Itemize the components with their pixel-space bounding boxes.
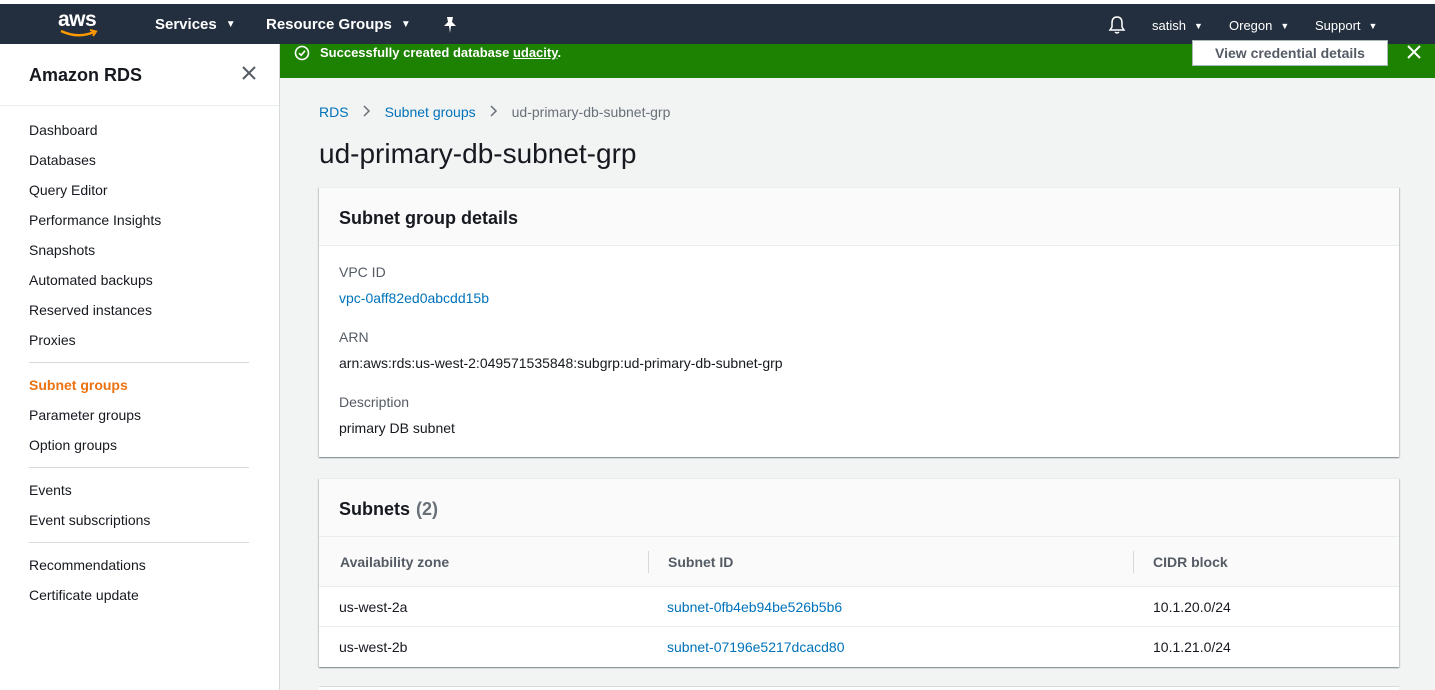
page-title: ud-primary-db-subnet-grp [319, 138, 637, 169]
aws-logo-text: aws [58, 8, 97, 31]
panel-header: Subnets (2) [319, 479, 1399, 537]
sidebar-divider [29, 467, 249, 468]
services-menu[interactable]: Services ▼ [155, 16, 236, 33]
subnets-count: (2) [416, 499, 439, 519]
breadcrumb: RDS Subnet groups ud-primary-db-subnet-g… [319, 104, 670, 120]
user-menu[interactable]: satish ▼ [1152, 18, 1203, 33]
sidebar-item-reserved-instances[interactable]: Reserved instances [29, 302, 152, 318]
chevron-right-icon [490, 104, 498, 120]
cell-subnet-id-link[interactable]: subnet-0fb4eb94be526b5b6 [667, 599, 842, 615]
aws-logo[interactable]: aws [58, 8, 104, 42]
sidebar-item-event-subscriptions[interactable]: Event subscriptions [29, 512, 150, 528]
pushpin-icon[interactable] [443, 16, 457, 34]
chevron-right-icon [363, 104, 371, 120]
sidebar-item-events[interactable]: Events [29, 482, 72, 498]
sidebar-item-automated-backups[interactable]: Automated backups [29, 272, 153, 288]
resource-groups-menu[interactable]: Resource Groups ▼ [266, 16, 411, 33]
table-row: us-west-2a subnet-0fb4eb94be526b5b6 10.1… [319, 587, 1399, 627]
subnet-group-details-panel: Subnet group details VPC ID vpc-0aff82ed… [319, 187, 1399, 457]
vpc-id-label: VPC ID [339, 264, 386, 280]
panel-title: Subnet group details [339, 208, 519, 228]
sidebar-item-certificate-update[interactable]: Certificate update [29, 587, 139, 603]
column-header-availability-zone[interactable]: Availability zone [340, 554, 449, 570]
vpc-id-link[interactable]: vpc-0aff82ed0abcdd15b [339, 290, 489, 306]
sidebar-title: Amazon RDS [29, 65, 143, 85]
table-header: Availability zone Subnet ID CIDR block [319, 537, 1399, 587]
next-panel-edge [319, 686, 1399, 690]
sidebar-item-option-groups[interactable]: Option groups [29, 437, 117, 453]
sidebar-item-parameter-groups[interactable]: Parameter groups [29, 407, 141, 423]
description-value: primary DB subnet [339, 420, 455, 436]
flash-message-suffix: . [557, 45, 562, 60]
cell-availability-zone: us-west-2b [339, 639, 408, 655]
sidebar-item-snapshots[interactable]: Snapshots [29, 242, 95, 258]
sidebar-item-query-editor[interactable]: Query Editor [29, 182, 108, 198]
flash-db-link[interactable]: udacity [513, 45, 558, 60]
column-header-cidr-block[interactable]: CIDR block [1153, 554, 1228, 570]
chevron-down-icon: ▼ [1193, 20, 1203, 31]
sidebar-item-subnet-groups[interactable]: Subnet groups [29, 377, 128, 393]
sidebar-item-dashboard[interactable]: Dashboard [29, 122, 98, 138]
chevron-down-icon: ▼ [1368, 20, 1378, 31]
support-menu[interactable]: Support ▼ [1315, 18, 1377, 33]
panel-header: Subnet group details [319, 188, 1399, 246]
subnets-panel: Subnets (2) Availability zone Subnet ID C… [319, 478, 1399, 667]
subnets-title: Subnets [339, 499, 411, 519]
column-header-subnet-id[interactable]: Subnet ID [668, 554, 733, 570]
cell-cidr-block: 10.1.20.0/24 [1153, 599, 1231, 615]
chevron-down-icon: ▼ [1280, 20, 1290, 31]
services-label: Services [155, 16, 217, 33]
sidebar-item-proxies[interactable]: Proxies [29, 332, 76, 348]
aws-smile-icon [60, 29, 98, 37]
success-flash-banner: Successfully created database udacity. V… [280, 40, 1435, 78]
sidebar-divider [29, 362, 249, 363]
flash-message: Successfully created database udacity. [320, 45, 561, 60]
sidebar-item-databases[interactable]: Databases [29, 152, 96, 168]
region-label: Oregon [1229, 18, 1273, 33]
user-label: satish [1152, 18, 1186, 33]
description-label: Description [339, 394, 410, 410]
column-divider [1133, 551, 1134, 573]
check-circle-icon [294, 45, 310, 61]
breadcrumb-subnet-groups[interactable]: Subnet groups [385, 104, 476, 120]
sidebar-item-recommendations[interactable]: Recommendations [29, 557, 146, 573]
column-divider [648, 551, 649, 573]
chevron-down-icon: ▼ [400, 19, 411, 30]
sidebar-divider [29, 542, 249, 543]
support-label: Support [1315, 18, 1361, 33]
breadcrumb-rds[interactable]: RDS [319, 104, 349, 120]
cell-cidr-block: 10.1.21.0/24 [1153, 639, 1231, 655]
resource-groups-label: Resource Groups [266, 16, 392, 33]
panel-title: Subnets (2) [339, 499, 438, 520]
cell-availability-zone: us-west-2a [339, 599, 408, 615]
arn-value: arn:aws:rds:us-west-2:049571535848:subgr… [339, 355, 783, 371]
cell-subnet-id-link[interactable]: subnet-07196e5217dcacd80 [667, 639, 845, 655]
table-row: us-west-2b subnet-07196e5217dcacd80 10.1… [319, 627, 1399, 667]
close-icon[interactable] [240, 64, 258, 82]
arn-label: ARN [339, 329, 369, 345]
close-icon[interactable] [1406, 44, 1422, 60]
top-navigation-bar: aws Services ▼ Resource Groups ▼ satish … [0, 0, 1435, 44]
sidebar-header: Amazon RDS [0, 44, 279, 106]
region-menu[interactable]: Oregon ▼ [1229, 18, 1289, 33]
view-credential-details-button[interactable]: View credential details [1192, 40, 1388, 66]
flash-message-prefix: Successfully created database [320, 45, 513, 60]
chevron-down-icon: ▼ [225, 19, 236, 30]
sidebar-item-performance-insights[interactable]: Performance Insights [29, 212, 161, 228]
bell-icon[interactable] [1108, 15, 1126, 35]
sidebar: Amazon RDS Dashboard Databases Query Edi… [0, 44, 280, 690]
breadcrumb-current: ud-primary-db-subnet-grp [511, 104, 671, 120]
